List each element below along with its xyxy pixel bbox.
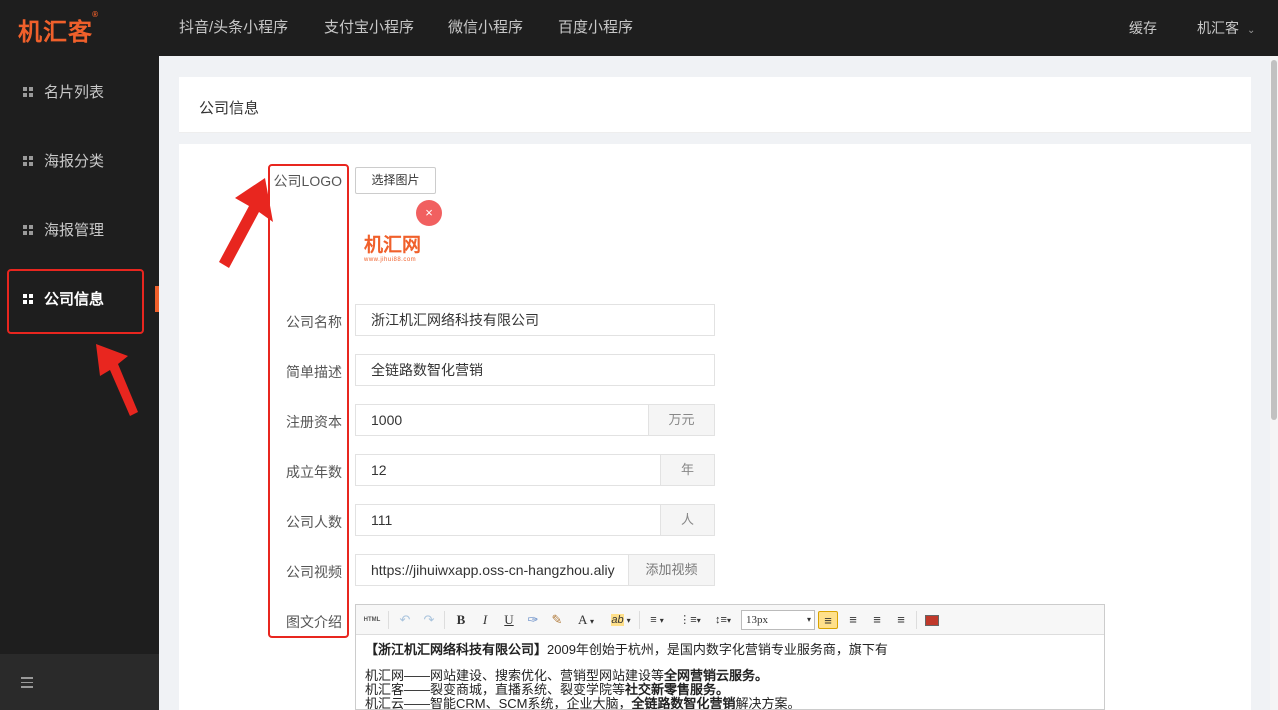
editor-line: 【浙江机汇网络科技有限公司】2009年创始于杭州，是国内数字化营销专业服务商，旗…	[365, 642, 888, 657]
grid-icon	[23, 87, 33, 97]
nav-wechat[interactable]: 微信小程序	[448, 0, 523, 56]
redo-icon[interactable]: ↷	[420, 611, 438, 629]
sidebar-item-label: 海报分类	[44, 153, 105, 170]
editor-line: 机汇云——智能CRM、SCM系统，企业大脑，全链路数智化营销解决方案。	[365, 696, 801, 710]
ordered-list-icon[interactable]: ≡ ▾	[643, 611, 671, 629]
nav-baidu[interactable]: 百度小程序	[558, 0, 633, 56]
company-name-input[interactable]: 浙江机汇网络科技有限公司	[355, 304, 715, 336]
years-input[interactable]: 12	[355, 454, 661, 486]
annotation-arrow-up-right	[219, 178, 273, 268]
line-height-icon[interactable]: ↕≡▾	[709, 611, 737, 629]
logo-preview: 机汇网 www.jihui88.com	[364, 230, 421, 263]
chevron-down-icon: ⌄	[1247, 25, 1256, 36]
select-image-button[interactable]: 选择图片	[355, 167, 436, 194]
bullet-list-icon[interactable]: ⋮≡▾	[676, 611, 704, 629]
sidebar-item-poster-manage[interactable]: 海报管理	[0, 211, 159, 251]
logo-text: 机汇客	[18, 19, 93, 46]
capital-input[interactable]: 1000	[355, 404, 649, 436]
align-left-icon[interactable]: ≡	[818, 611, 838, 629]
headcount-unit: 人	[660, 504, 715, 536]
font-color-button[interactable]: A ▾	[572, 611, 600, 629]
align-right-icon[interactable]: ≡	[867, 611, 887, 629]
editor-line: 机汇网——网站建设、搜索优化、营销型网站建设等全网营销云服务。	[365, 668, 769, 683]
capital-unit: 万元	[648, 404, 715, 436]
bold-button[interactable]: B	[452, 611, 470, 629]
sidebar-item-poster-category[interactable]: 海报分类	[0, 142, 159, 182]
align-justify-icon[interactable]: ≡	[891, 611, 911, 629]
logo-registered-mark: ®	[92, 10, 99, 19]
insert-image-icon[interactable]	[922, 611, 942, 629]
nav-alipay[interactable]: 支付宝小程序	[324, 0, 414, 56]
menu-collapse-icon[interactable]	[21, 677, 33, 691]
sidebar-item-card-list[interactable]: 名片列表	[0, 73, 159, 113]
scroll-thumb[interactable]	[1271, 60, 1277, 420]
highlight-color-button[interactable]: ab ▾	[606, 611, 636, 629]
app-logo[interactable]: 机汇客 ®	[18, 10, 98, 47]
annotation-box-labels	[268, 164, 349, 638]
html-source-button[interactable]: HTML	[361, 611, 383, 629]
logo-preview-url: www.jihui88.com	[364, 257, 417, 263]
sidebar-item-label: 名片列表	[44, 84, 105, 101]
grid-icon	[23, 225, 33, 235]
annotation-arrow-up-left	[96, 344, 138, 416]
video-url-input[interactable]: https://jihuiwxapp.oss-cn-hangzhou.aliy	[355, 554, 629, 586]
sidebar-item-label: 海报管理	[44, 222, 105, 239]
editor-line: 机汇客——裂变商城，直播系统、裂变学院等社交新零售服务。	[365, 682, 730, 697]
years-unit: 年	[660, 454, 715, 486]
logo-preview-text: 机汇网	[364, 235, 422, 256]
page-scrollbar[interactable]	[1270, 56, 1278, 710]
headcount-input[interactable]: 111	[355, 504, 661, 536]
rich-text-editor[interactable]: HTML ↶ ↷ B I U ✑ ✎ A ▾ ab ▾ ≡ ▾ ⋮≡▾ ↕≡▾ …	[355, 604, 1105, 710]
font-size-select[interactable]: 13px ▾	[741, 610, 815, 630]
nav-douyin[interactable]: 抖音/头条小程序	[179, 0, 288, 56]
annotation-box-sidebar	[7, 269, 144, 334]
underline-button[interactable]: U	[500, 611, 518, 629]
page-title: 公司信息	[199, 100, 260, 117]
undo-icon[interactable]: ↶	[396, 611, 414, 629]
remove-logo-icon[interactable]: ×	[416, 200, 442, 226]
sidebar-footer	[0, 654, 159, 710]
editor-content[interactable]: 【浙江机汇网络科技有限公司】2009年创始于杭州，是国内数字化营销专业服务商，旗…	[365, 643, 1095, 710]
active-indicator	[155, 286, 159, 312]
description-input[interactable]: 全链路数智化营销	[355, 354, 715, 386]
add-video-button[interactable]: 添加视频	[628, 554, 715, 586]
eraser-icon[interactable]: ✑	[524, 611, 542, 629]
format-brush-icon[interactable]: ✎	[548, 611, 566, 629]
italic-button[interactable]: I	[476, 611, 494, 629]
align-center-icon[interactable]: ≡	[843, 611, 863, 629]
user-name: 机汇客	[1197, 20, 1239, 36]
page-header: 公司信息	[179, 77, 1251, 133]
top-bar: 机汇客 ® 抖音/头条小程序 支付宝小程序 微信小程序 百度小程序 缓存 机汇客 ⌄	[0, 0, 1278, 56]
grid-icon	[23, 156, 33, 166]
editor-toolbar: HTML ↶ ↷ B I U ✑ ✎ A ▾ ab ▾ ≡ ▾ ⋮≡▾ ↕≡▾ …	[356, 605, 1104, 635]
cache-button[interactable]: 缓存	[1129, 0, 1157, 56]
user-menu[interactable]: 机汇客 ⌄	[1197, 0, 1255, 56]
